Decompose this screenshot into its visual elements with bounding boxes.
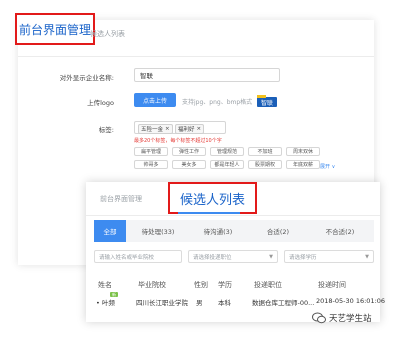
header-time: 投递时间 bbox=[318, 281, 346, 289]
selected-tags-box[interactable]: 五险一金 × 福利好 × bbox=[134, 121, 226, 134]
selected-tag: 福利好 × bbox=[175, 124, 205, 134]
remove-tag-icon[interactable]: × bbox=[197, 126, 202, 132]
tag-option[interactable]: 股票期权 bbox=[248, 160, 282, 169]
status-tab-suitable[interactable]: 合适(2) bbox=[250, 220, 306, 242]
tag-option[interactable]: 周末双休 bbox=[286, 147, 320, 156]
candidate-list-panel: 前台界面管理 候选人列表 全部 待处理(33) 待沟通(3) 合适(2) 不合适… bbox=[86, 182, 385, 322]
chat-bubble-icon bbox=[312, 312, 326, 324]
chevron-down-icon: ▼ bbox=[269, 254, 273, 260]
divider bbox=[86, 215, 380, 216]
status-tab-unsuitable[interactable]: 不合适(2) bbox=[310, 220, 370, 242]
status-tab-pending[interactable]: 待处理(33) bbox=[130, 220, 186, 242]
company-name-label: 对外显示企业名称: bbox=[59, 74, 114, 82]
chevron-down-icon: ▼ bbox=[365, 254, 369, 260]
tab-candidate-list[interactable]: 候选人列表 bbox=[168, 182, 257, 214]
tag-option[interactable]: 扁平管理 bbox=[134, 147, 168, 156]
row-gender: 男 bbox=[196, 299, 203, 307]
row-name-text: 叶频 bbox=[101, 299, 115, 307]
tab-candidate-list[interactable]: 候选人列表 bbox=[90, 29, 125, 39]
tag-option[interactable]: 不加班 bbox=[248, 147, 282, 156]
selected-tag: 五险一金 × bbox=[138, 124, 173, 134]
row-time: 2018-05-30 16:01:06 bbox=[316, 297, 386, 305]
tag-option[interactable]: 年底双薪 bbox=[286, 160, 320, 169]
name-school-search-input[interactable]: 请输入姓名或毕业院校 bbox=[94, 250, 182, 263]
stage: 前台界面管理 候选人列表 对外显示企业名称: 智联 上传logo 点击上传 支持… bbox=[0, 0, 398, 337]
tags-label: 标签: bbox=[98, 126, 114, 134]
back-tabs: 前台界面管理 候选人列表 bbox=[15, 13, 374, 57]
header-school: 毕业院校 bbox=[138, 281, 166, 289]
tag-option[interactable]: 都是年轻人 bbox=[210, 160, 244, 169]
education-placeholder: 请选择学历 bbox=[289, 254, 317, 261]
name-school-placeholder: 请输入姓名或毕业院校 bbox=[99, 254, 155, 261]
logo-image: 智联 bbox=[256, 93, 278, 107]
education-select[interactable]: 请选择学历 ▼ bbox=[284, 250, 374, 263]
status-filter-bar: 全部 待处理(33) 待沟通(3) 合适(2) 不合适(2) bbox=[94, 220, 374, 242]
tab-front-page-management[interactable]: 前台界面管理 bbox=[15, 13, 95, 45]
status-tab-to-contact[interactable]: 待沟通(3) bbox=[190, 220, 246, 242]
row-education: 本科 bbox=[218, 299, 231, 307]
logo-mark-icon: 智联 bbox=[257, 95, 277, 107]
tag-option[interactable]: 帅哥多 bbox=[134, 160, 168, 169]
upload-hint: 支持jpg、png、bmp格式 bbox=[182, 99, 253, 106]
row-school: 四川长江职业学院 bbox=[136, 299, 188, 307]
remove-tag-icon[interactable]: × bbox=[165, 126, 170, 132]
expand-link[interactable]: 展开 ∨ bbox=[320, 163, 335, 170]
watermark: 天艺学生站 bbox=[312, 312, 372, 324]
active-tab-underline bbox=[178, 212, 240, 214]
row-name[interactable]: • 叶频 bbox=[96, 297, 115, 307]
row-position: 数据仓库工程师-00... bbox=[252, 299, 315, 307]
tag-option[interactable]: 美女多 bbox=[172, 160, 206, 169]
status-tab-all[interactable]: 全部 bbox=[94, 220, 126, 242]
tab-front-page-management[interactable]: 前台界面管理 bbox=[100, 194, 142, 204]
header-position: 投递职位 bbox=[254, 281, 282, 289]
company-name-input[interactable]: 智联 bbox=[134, 68, 280, 82]
header-gender: 性别 bbox=[194, 281, 208, 289]
logo-label: 上传logo bbox=[87, 99, 114, 107]
selected-tag-label: 五险一金 bbox=[141, 127, 164, 133]
header-name: 姓名 bbox=[98, 281, 112, 289]
tag-option[interactable]: 管理规范 bbox=[210, 147, 244, 156]
tag-option[interactable]: 弹性工作 bbox=[172, 147, 206, 156]
position-placeholder: 请选择投递职位 bbox=[193, 254, 232, 261]
watermark-text: 天艺学生站 bbox=[329, 314, 372, 324]
tags-hint: 最多20个标签，每个标签不超过10个字 bbox=[134, 138, 222, 144]
selected-tag-label: 福利好 bbox=[178, 127, 195, 133]
header-education: 学历 bbox=[218, 281, 232, 289]
logo-text: 智联 bbox=[261, 99, 273, 107]
position-select[interactable]: 请选择投递职位 ▼ bbox=[188, 250, 278, 263]
upload-button[interactable]: 点击上传 bbox=[134, 93, 176, 107]
